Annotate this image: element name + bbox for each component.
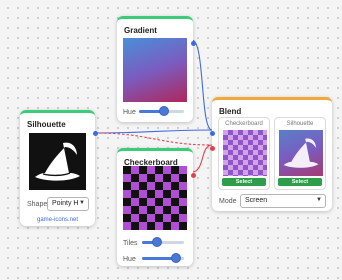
gradient-node[interactable]: Gradient Hue xyxy=(117,16,196,122)
wire-silhouette-to-blend xyxy=(94,129,213,134)
blend-mode-label: Mode xyxy=(219,198,237,205)
checkerboard-tiles-label: Tiles xyxy=(123,240,138,247)
wire-gradient-to-blend xyxy=(191,39,213,131)
checkerboard-hue-slider[interactable] xyxy=(142,253,184,263)
wizard-hat-icon xyxy=(35,142,80,181)
blend-input-silhouette[interactable]: Silhouette Select xyxy=(274,117,326,190)
checkerboard-preview xyxy=(123,166,187,230)
checkerboard-tiles-thumb[interactable] xyxy=(151,237,162,247)
blend-silhouette-thumbnail xyxy=(279,130,323,176)
silhouette-shape-label: Shape xyxy=(27,201,48,208)
blend-checkerboard-thumbnail xyxy=(223,130,267,176)
checkerboard-tiles-slider[interactable] xyxy=(142,237,184,247)
gradient-hue-slider[interactable] xyxy=(139,106,184,116)
blend-checkerboard-select-button[interactable]: Select xyxy=(222,178,266,186)
gradient-node-title: Gradient xyxy=(124,26,157,35)
silhouette-node-title: Silhouette xyxy=(27,120,66,129)
blend-input-checkerboard[interactable]: Checkerboard Select xyxy=(218,117,270,190)
silhouette-node[interactable]: Silhouette Shape Pointy H ▼ game-icons.n… xyxy=(20,110,98,226)
blend-mode-select[interactable]: Screen ▼ xyxy=(240,194,326,208)
gradient-hue-label: Hue xyxy=(123,109,136,116)
blend-input-checkerboard-label: Checkerboard xyxy=(225,121,263,127)
wizard-hat-icon xyxy=(283,138,319,168)
wire-silhouette-to-blend-mask xyxy=(94,132,213,146)
checkerboard-hue-thumb[interactable] xyxy=(170,253,181,263)
blend-input-port-b[interactable] xyxy=(209,145,215,151)
silhouette-shape-select[interactable]: Pointy H ▼ xyxy=(47,197,89,211)
blend-node[interactable]: Blend Checkerboard Select Silhouette Sel… xyxy=(209,97,332,211)
gradient-hue-thumb[interactable] xyxy=(158,106,169,116)
silhouette-shape-value: Pointy H xyxy=(52,200,79,207)
chevron-down-icon: ▼ xyxy=(79,200,85,206)
wire-checkerboard-to-blend xyxy=(191,144,213,173)
blend-silhouette-select-button[interactable]: Select xyxy=(278,178,322,186)
silhouette-source-link[interactable]: game-icons.net xyxy=(20,217,95,223)
checkerboard-output-port[interactable] xyxy=(190,172,196,178)
blend-mode-value: Screen xyxy=(245,197,268,204)
blend-node-title: Blend xyxy=(219,107,242,116)
chevron-down-icon: ▼ xyxy=(316,197,322,203)
blend-input-port-a[interactable] xyxy=(209,130,215,136)
gradient-preview xyxy=(123,38,187,102)
gradient-output-port[interactable] xyxy=(190,40,196,46)
silhouette-output-port[interactable] xyxy=(92,130,98,136)
checkerboard-node[interactable]: Checkerboard Tiles Hue xyxy=(117,148,196,266)
blend-input-silhouette-label: Silhouette xyxy=(286,121,314,127)
checkerboard-hue-label: Hue xyxy=(123,256,136,263)
silhouette-preview xyxy=(29,133,86,190)
